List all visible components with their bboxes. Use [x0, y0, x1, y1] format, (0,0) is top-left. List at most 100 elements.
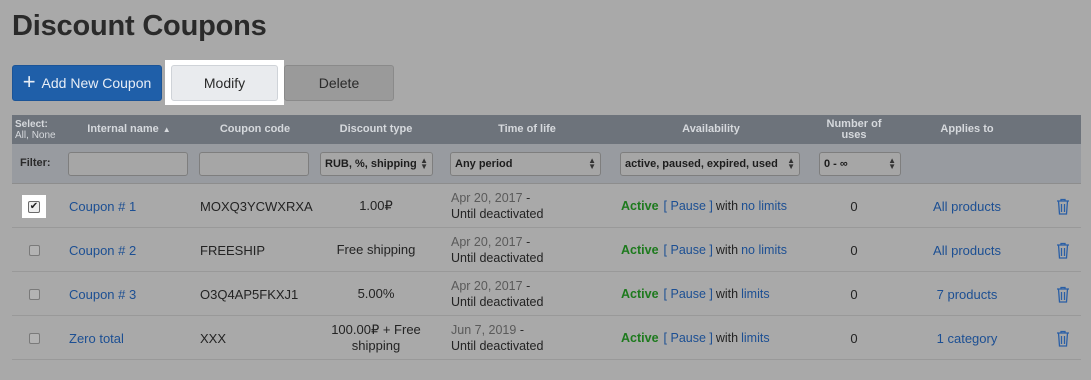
sort-ascending-icon: ▲	[162, 125, 171, 134]
pause-link[interactable]: [ Pause ]	[664, 243, 713, 257]
column-internal-name[interactable]: Internal name ▲	[69, 115, 189, 144]
limits-link[interactable]: no limits	[741, 199, 787, 213]
table-row: Zero total XXX 100.00₽ + Free shipping J…	[12, 316, 1081, 360]
coupon-code: O3Q4AP5FKXJ1	[200, 286, 299, 302]
uses-count: 0	[850, 198, 858, 214]
row-checkbox[interactable]	[29, 289, 40, 300]
add-new-coupon-label: Add New Coupon	[41, 75, 152, 91]
pause-link[interactable]: [ Pause ]	[664, 331, 713, 345]
filter-availability-value: active, paused, expired, used	[625, 158, 778, 170]
with-text: with	[715, 243, 739, 257]
filter-uses-value: 0 - ∞	[824, 158, 848, 170]
trash-icon[interactable]	[1053, 228, 1073, 272]
trash-icon[interactable]	[1053, 316, 1073, 360]
start-date: Apr 20, 2017	[451, 235, 523, 249]
column-availability: Availability	[682, 123, 740, 135]
end-date: Until deactivated	[451, 251, 544, 265]
limits-link[interactable]: limits	[741, 287, 769, 301]
add-new-coupon-button[interactable]: + Add New Coupon	[12, 65, 162, 101]
column-applies-to: Applies to	[940, 123, 994, 135]
discount-value: 5.00%	[357, 286, 395, 301]
filter-uses-select[interactable]: 0 - ∞ ▲ ▼	[819, 152, 901, 176]
status-badge: Active	[621, 199, 659, 213]
filter-discount-type-value: RUB, %, shipping	[325, 158, 417, 170]
date-dash: -	[522, 235, 531, 249]
trash-icon[interactable]	[1053, 272, 1073, 316]
select-all-link[interactable]: All	[15, 130, 26, 141]
coupon-code: FREESHIP	[200, 242, 266, 258]
end-date: Until deactivated	[451, 295, 544, 309]
page-title: Discount Coupons	[12, 10, 267, 42]
uses-count: 0	[850, 286, 858, 302]
filter-internal-name-input[interactable]	[68, 152, 188, 176]
coupon-code: MOXQ3YCWXRXA	[200, 198, 313, 214]
availability: Active [ Pause ] with limits	[621, 272, 770, 316]
trash-icon[interactable]	[1053, 184, 1073, 228]
row-checkbox[interactable]	[29, 245, 40, 256]
time-of-life: Apr 20, 2017 - Until deactivated	[451, 184, 543, 228]
time-of-life: Apr 20, 2017 - Until deactivated	[451, 228, 543, 272]
status-badge: Active	[621, 331, 659, 345]
date-dash: -	[516, 323, 524, 337]
dropdown-caret-icon: ▲ ▼	[888, 156, 896, 171]
row-checkbox[interactable]	[29, 333, 40, 344]
table-row: Coupon # 2 FREESHIP Free shipping Apr 20…	[12, 228, 1081, 272]
status-badge: Active	[621, 243, 659, 257]
date-dash: -	[522, 191, 531, 205]
start-date: Jun 7, 2019	[451, 323, 517, 337]
table-header: Select: All, None Internal name ▲ Coupon …	[12, 115, 1081, 144]
column-internal-name-label: Internal name	[87, 123, 159, 135]
select-header: Select: All, None	[15, 118, 56, 141]
discount-value: Free shipping	[336, 242, 416, 257]
applies-to-link[interactable]: 7 products	[912, 272, 1022, 316]
discount-type: 5.00%	[320, 272, 432, 316]
filter-discount-type-select[interactable]: RUB, %, shipping ▲ ▼	[320, 152, 433, 176]
dropdown-caret-icon: ▲ ▼	[787, 156, 795, 171]
coupon-name-link[interactable]: Coupon # 1	[69, 184, 136, 228]
time-of-life: Apr 20, 2017 - Until deactivated	[451, 272, 543, 316]
table-row: Coupon # 3 O3Q4AP5FKXJ1 5.00% Apr 20, 20…	[12, 272, 1081, 316]
column-coupon-code: Coupon code	[219, 123, 291, 135]
availability: Active [ Pause ] with limits	[621, 316, 770, 360]
coupon-name-link[interactable]: Coupon # 2	[69, 228, 136, 272]
limits-link[interactable]: no limits	[741, 243, 787, 257]
discount-type: Free shipping	[320, 228, 432, 272]
modify-button[interactable]: Modify	[171, 65, 278, 101]
pause-link[interactable]: [ Pause ]	[664, 199, 713, 213]
uses-count: 0	[850, 330, 858, 346]
coupon-code: XXX	[200, 330, 227, 346]
date-dash: -	[522, 279, 531, 293]
filter-coupon-code-input[interactable]	[199, 152, 309, 176]
column-discount-type: Discount type	[339, 123, 413, 135]
applies-to-link[interactable]: All products	[912, 228, 1022, 272]
start-date: Apr 20, 2017	[451, 191, 523, 205]
filter-row: Filter: RUB, %, shipping ▲ ▼ Any period ▲…	[12, 144, 1081, 184]
pause-link[interactable]: [ Pause ]	[664, 287, 713, 301]
coupon-name-link[interactable]: Zero total	[69, 316, 124, 360]
table-row: ✔ Coupon # 1 MOXQ3YCWXRXA 1.00₽ Apr 20, …	[12, 184, 1081, 228]
applies-to-link[interactable]: 1 category	[912, 316, 1022, 360]
status-badge: Active	[621, 287, 659, 301]
uses-count: 0	[850, 242, 858, 258]
column-time-of-life: Time of life	[498, 123, 556, 135]
start-date: Apr 20, 2017	[451, 279, 523, 293]
coupon-name-link[interactable]: Coupon # 3	[69, 272, 136, 316]
filter-time-of-life-value: Any period	[455, 158, 513, 170]
applies-to-link[interactable]: All products	[912, 184, 1022, 228]
column-number-of-uses: Number of uses	[819, 115, 889, 144]
end-date: Until deactivated	[451, 207, 544, 221]
select-none-link[interactable]: None	[32, 130, 56, 141]
time-of-life: Jun 7, 2019 - Until deactivated	[451, 316, 543, 360]
filter-time-of-life-select[interactable]: Any period ▲ ▼	[450, 152, 601, 176]
limits-link[interactable]: limits	[741, 331, 769, 345]
filter-availability-select[interactable]: active, paused, expired, used ▲ ▼	[620, 152, 800, 176]
dropdown-caret-icon: ▲ ▼	[588, 156, 596, 171]
delete-button[interactable]: Delete	[284, 65, 394, 101]
column-uses-line1: Number of	[826, 117, 882, 130]
row-checkbox-checked[interactable]: ✔	[28, 201, 40, 213]
dropdown-caret-icon: ▲ ▼	[420, 156, 428, 171]
discount-value: 1.00₽	[359, 198, 393, 213]
discount-type: 100.00₽ + Free shipping	[320, 316, 432, 360]
with-text: with	[715, 331, 739, 345]
coupons-table: Select: All, None Internal name ▲ Coupon …	[12, 115, 1081, 360]
